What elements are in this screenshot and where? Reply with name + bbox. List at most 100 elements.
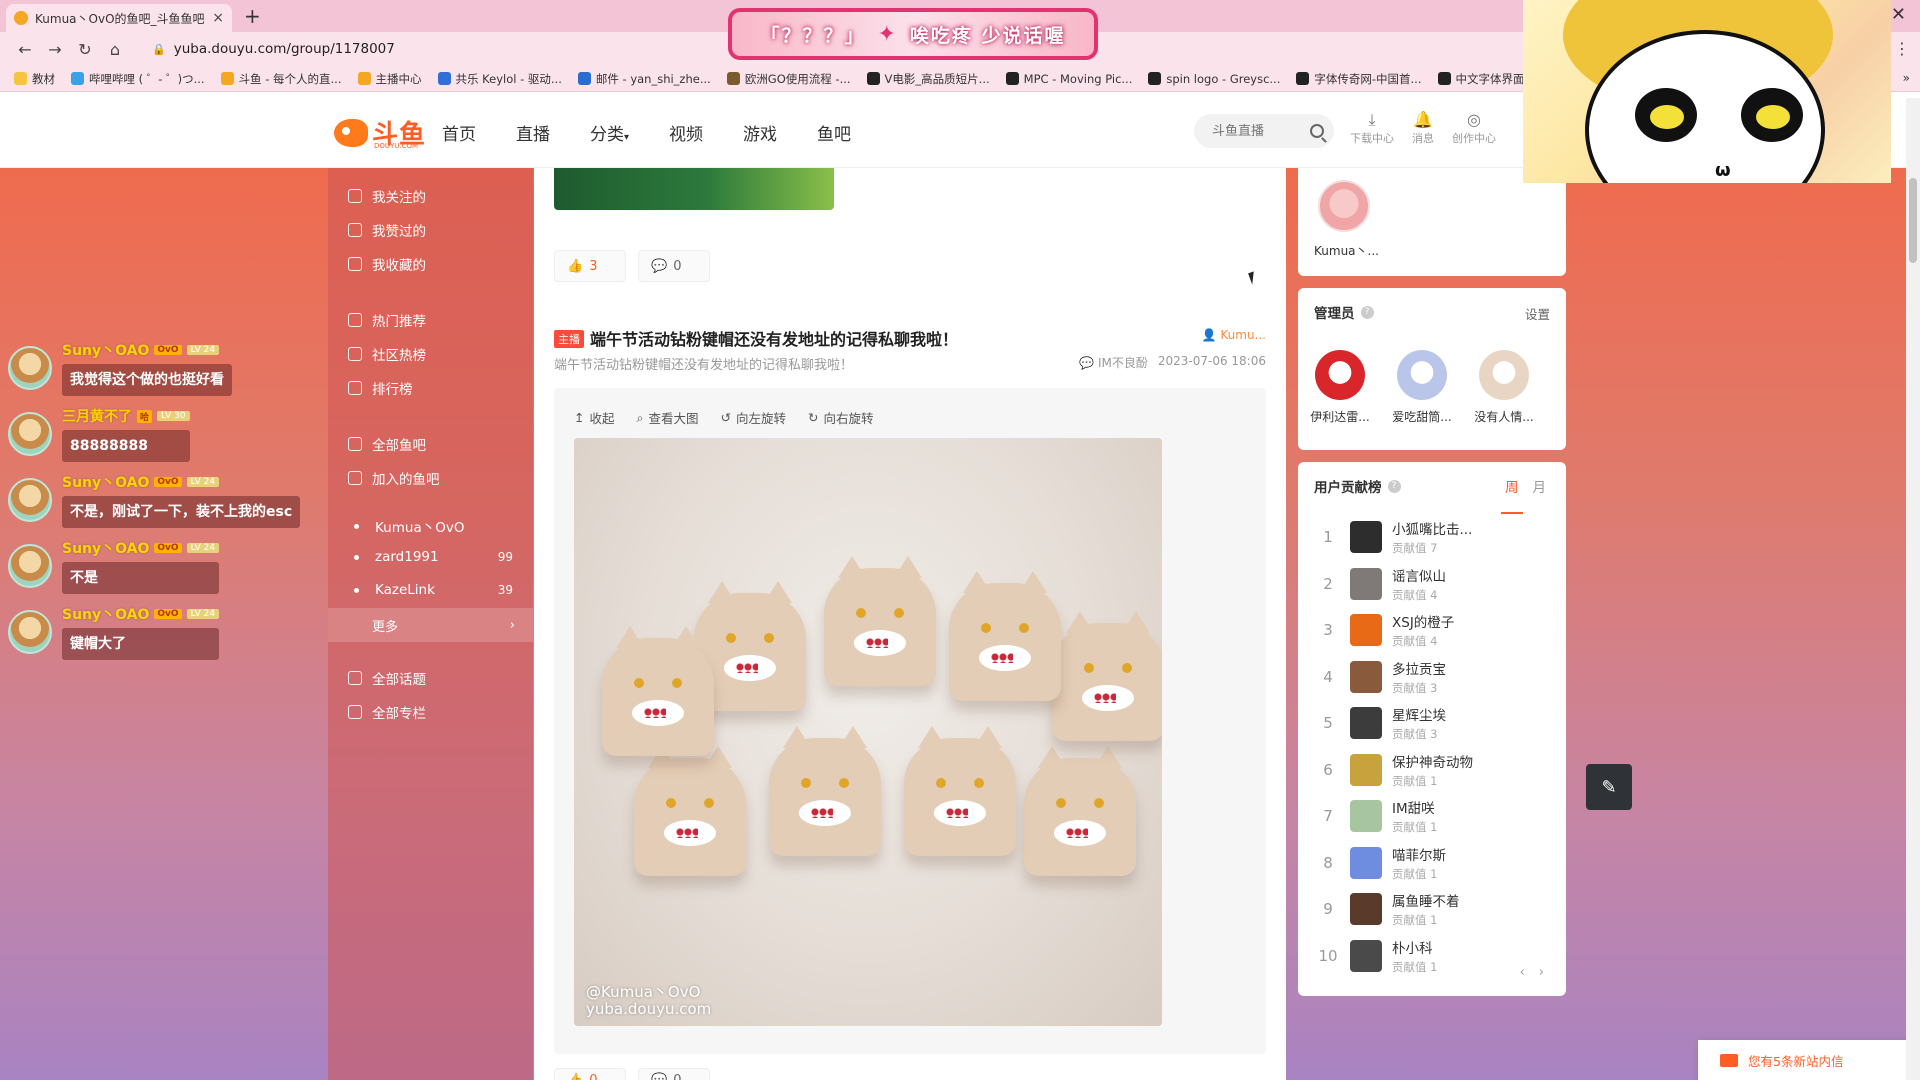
sidebar-joined-group[interactable]: zard1991 99 (348, 549, 513, 565)
compose-post-button[interactable]: ✎ (1586, 764, 1632, 810)
nav-item[interactable]: 直播 (516, 120, 550, 145)
search-icon[interactable] (1310, 124, 1324, 138)
tab-week[interactable]: 周 (1501, 476, 1522, 514)
bookmark-item[interactable]: 中文字体界面 (1437, 71, 1525, 87)
ranking-row[interactable]: 2 谣言似山 贡献值 4 (1314, 561, 1550, 607)
browser-tab[interactable]: Kumua丶OvO的鱼吧_斗鱼鱼吧 × (6, 4, 232, 32)
ranking-row[interactable]: 3 XSJ的橙子 贡献值 4 (1314, 607, 1550, 653)
sidebar-joined-group[interactable]: Kumua丶OvO (348, 516, 513, 536)
image-tool-button[interactable]: ↻ 向右旋转 (808, 408, 874, 427)
nav-item[interactable]: 游戏 (743, 120, 777, 145)
reload-icon[interactable]: ↻ (70, 40, 100, 59)
bookmark-item[interactable]: 主播中心 (357, 71, 422, 87)
sidebar-item[interactable]: 加入的鱼吧 (348, 468, 513, 488)
prev-page-icon[interactable]: ‹ (1520, 965, 1525, 980)
back-icon[interactable]: ← (10, 40, 40, 59)
header-download-button[interactable]: ⤓ 下载中心 (1350, 110, 1394, 146)
bookmark-item[interactable]: 斗鱼 - 每个人的直... (220, 71, 342, 87)
ranking-row[interactable]: 7 IM甜咲 贡献值 1 (1314, 793, 1550, 839)
bookmark-item[interactable]: 教材 (14, 71, 55, 87)
sidebar-item[interactable]: 全部鱼吧 (348, 434, 513, 454)
help-icon[interactable]: ? (1387, 479, 1401, 493)
new-tab-button[interactable]: + (244, 4, 261, 28)
window-close-icon[interactable]: ✕ (1891, 4, 1906, 25)
owner-avatar[interactable] (1318, 180, 1370, 232)
ranking-row[interactable]: 8 喵菲尔斯 贡献值 1 (1314, 840, 1550, 886)
ranking-title-text: 用户贡献榜 (1314, 480, 1382, 496)
previous-post-image[interactable] (554, 168, 834, 210)
image-tool-button[interactable]: ⌕ 查看大图 (637, 408, 699, 427)
ranking-row[interactable]: 4 多拉贡宝 贡献值 3 (1314, 654, 1550, 700)
bookmark-item[interactable]: 欧洲GO使用流程 -... (726, 71, 851, 87)
user-avatar (1350, 753, 1382, 786)
admin-item[interactable]: 爱吃甜筒... (1390, 350, 1454, 425)
sidebar-item[interactable]: 热门推荐 (348, 310, 513, 330)
image-tool-button[interactable]: ↺ 向左旋转 (721, 408, 787, 427)
bookmarks-overflow-icon[interactable]: » (1903, 71, 1910, 85)
keycap-fish (854, 630, 906, 656)
chat-username: Suny丶OAO (62, 475, 150, 491)
fan-badge: OvO (154, 609, 182, 619)
sidebar-item[interactable]: 我关注的 (348, 186, 513, 206)
cat-keycap (1052, 611, 1162, 741)
image-tool-button[interactable]: ↥ 收起 (574, 408, 615, 427)
nav-item[interactable]: 视频 (669, 120, 703, 145)
browser-menu-icon[interactable]: ⋮ (1894, 39, 1910, 58)
tab-close-icon[interactable]: × (212, 10, 224, 26)
post-image[interactable]: @Kumua丶OvO yuba.douyu.com (574, 438, 1162, 1026)
comment-button[interactable]: 💬 0 (638, 250, 710, 282)
bookmark-item[interactable]: 邮件 - yan_shi_zhe... (577, 71, 711, 87)
sidebar-item[interactable]: 我收藏的 (348, 254, 513, 274)
bookmark-item[interactable]: 共乐 Keylol - 驱动... (437, 71, 562, 87)
rank-score: 贡献值 4 (1392, 587, 1438, 602)
sidebar-item[interactable]: 我赞过的 (348, 220, 513, 240)
ranking-row[interactable]: 5 星辉尘埃 贡献值 3 (1314, 700, 1550, 746)
next-comment-button[interactable]: 💬 0 (638, 1068, 710, 1080)
forward-icon[interactable]: → (40, 40, 70, 59)
sidebar-item[interactable]: 全部话题 (348, 668, 513, 688)
thumbs-up-icon (348, 223, 362, 237)
sidebar-item[interactable]: 全部专栏 (348, 702, 513, 722)
rank-score: 贡献值 3 (1392, 680, 1438, 695)
bookmark-item[interactable]: 哔哩哔哩 ( ゜- ゜)つ... (71, 71, 205, 87)
search-input[interactable] (1212, 123, 1302, 139)
ranking-row[interactable]: 10 朴小科 贡献值 1 (1314, 933, 1550, 979)
settings-link[interactable]: 设置 (1525, 304, 1550, 323)
rank-user-name: 谣言似山 (1392, 568, 1446, 585)
next-like-button[interactable]: 👍 0 (554, 1068, 626, 1080)
owner-name[interactable]: Kumua丶... (1314, 242, 1379, 259)
post-author[interactable]: 👤 Kumu... (1202, 328, 1266, 342)
admin-item[interactable]: 没有人情... (1472, 350, 1536, 425)
sidebar-item[interactable]: 排行榜 (348, 378, 513, 398)
nav-item[interactable]: 分类▾ (590, 120, 629, 145)
header-bell-button[interactable]: 🔔 消息 (1412, 110, 1434, 146)
tab-month[interactable]: 月 (1533, 476, 1547, 496)
bookmark-favicon-icon (71, 72, 84, 85)
ranking-row[interactable]: 1 小狐嘴比击... 贡献值 7 (1314, 514, 1550, 560)
next-page-icon[interactable]: › (1539, 965, 1544, 980)
sidebar-item[interactable]: 社区热榜 (348, 344, 513, 364)
home-icon[interactable]: ⌂ (100, 40, 130, 59)
page-scrollbar[interactable] (1906, 98, 1920, 1080)
sidebar-more-button[interactable]: 更多 › (328, 608, 533, 642)
ranking-row[interactable]: 9 属鱼睡不着 贡献值 1 (1314, 886, 1550, 932)
admin-item[interactable]: 伊利达雷... (1308, 350, 1372, 425)
message-notice[interactable]: 您有5条新站内信 (1698, 1040, 1920, 1080)
sidebar-item-label: 全部专栏 (372, 706, 426, 722)
sidebar-joined-group[interactable]: KazeLink 39 (348, 582, 513, 598)
nav-item[interactable]: 鱼吧 (817, 120, 851, 145)
bookmark-item[interactable]: 字体传奇网-中国首... (1296, 71, 1422, 87)
post-title[interactable]: 端午节活动钻粉键帽还没有发地址的记得私聊我啦！ (590, 330, 958, 349)
bookmark-item[interactable]: V电影_高品质短片... (866, 71, 990, 87)
star-icon: ✦ (877, 21, 898, 47)
rank-number: 1 (1323, 528, 1333, 546)
douyu-logo[interactable]: 斗鱼 DOUYU.COM (334, 114, 426, 151)
header-bulb-button[interactable]: ◎ 创作中心 (1452, 110, 1496, 146)
like-button[interactable]: 👍 3 (554, 250, 626, 282)
ranking-row[interactable]: 6 保护神奇动物 贡献值 1 (1314, 747, 1550, 793)
help-icon[interactable]: ? (1360, 305, 1374, 319)
bookmark-item[interactable]: spin logo - Greysc... (1148, 72, 1280, 86)
scrollbar-thumb[interactable] (1909, 178, 1917, 263)
nav-item[interactable]: 首页 (442, 120, 476, 145)
bookmark-item[interactable]: MPC - Moving Pic... (1005, 72, 1132, 86)
